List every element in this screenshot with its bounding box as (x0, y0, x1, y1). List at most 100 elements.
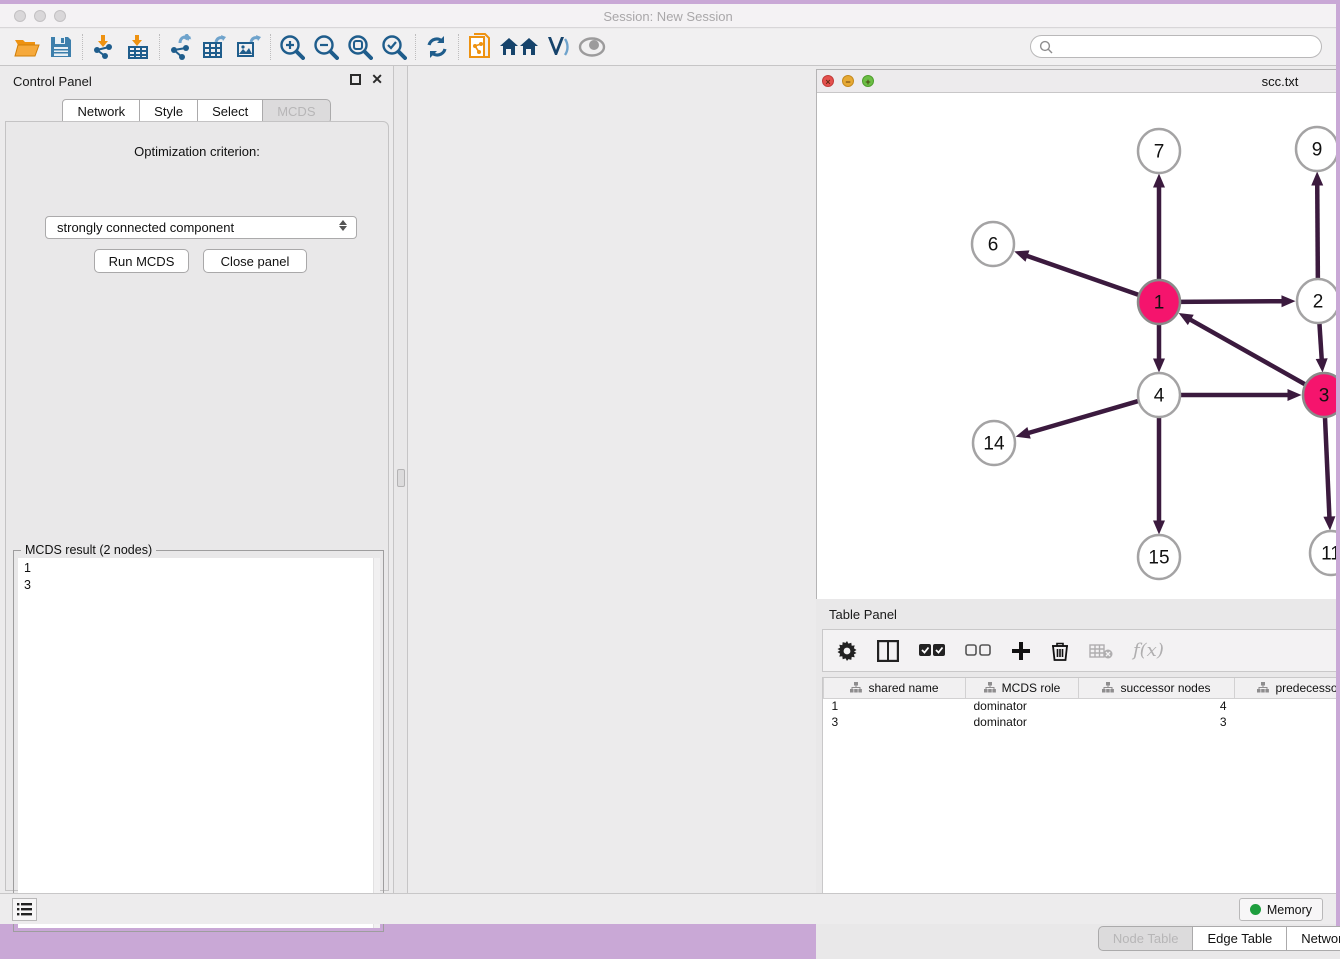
close-panel-button[interactable]: Close panel (203, 249, 307, 273)
window-titlebar: Session: New Session (0, 4, 1336, 28)
graph-edge-arrow (1281, 295, 1295, 307)
table-panel-header: Table Panel ✕ (816, 599, 1340, 625)
graph-edge-arrow (1316, 358, 1328, 372)
mcds-result-line: 3 (24, 577, 380, 594)
table-row[interactable]: 1 dominator 4 1 1 (824, 698, 1340, 714)
main-toolbar (0, 29, 1336, 66)
graph-edge-3-1[interactable] (1189, 319, 1324, 395)
task-history-button[interactable] (12, 898, 37, 921)
column-header-successor-nodes[interactable]: successor nodes (1079, 678, 1235, 698)
zoom-selected-icon[interactable] (377, 32, 411, 62)
memory-button[interactable]: Memory (1239, 898, 1323, 921)
column-layout-icon[interactable] (877, 640, 899, 662)
graph-node-label-2: 2 (1313, 292, 1324, 313)
control-panel-title: Control Panel (13, 74, 92, 89)
mcds-tab-content: Optimization criterion: strongly connect… (5, 121, 389, 891)
graph-node-label-1: 1 (1154, 293, 1165, 314)
table-toolbar: f(x) (822, 629, 1340, 672)
mcds-result-title: MCDS result (2 nodes) (21, 543, 156, 557)
table-row[interactable]: 3 dominator 3 2 3 (824, 714, 1340, 730)
graph-edge-arrow (1014, 250, 1029, 261)
zoom-out-icon[interactable] (309, 32, 343, 62)
table-panel-title: Table Panel (829, 607, 897, 622)
graph-node-label-4: 4 (1154, 386, 1165, 407)
toolbar-separator (415, 34, 416, 60)
network-window: × − + scc.txt 7968124314101511 (816, 69, 1340, 655)
application-window: Session: New Session (0, 4, 1336, 924)
result-scrollbar[interactable] (373, 558, 380, 928)
network-graph[interactable]: 7968124314101511 (817, 94, 1340, 654)
graph-edge-arrow (1288, 389, 1302, 401)
close-panel-icon[interactable]: ✕ (371, 74, 383, 85)
tab-network-table[interactable]: Network Table (1287, 926, 1340, 951)
network-window-titlebar: × − + scc.txt (817, 70, 1340, 93)
panel-divider[interactable] (394, 66, 408, 897)
hierarchy-icon (1257, 682, 1269, 693)
function-builder-icon[interactable]: f(x) (1133, 640, 1164, 661)
memory-status-icon (1250, 904, 1261, 915)
window-title: Session: New Session (0, 9, 1336, 24)
mcds-result-text[interactable]: 1 3 (18, 558, 380, 928)
run-mcds-button[interactable]: Run MCDS (94, 249, 189, 273)
export-table-icon[interactable] (198, 32, 232, 62)
float-panel-icon[interactable] (350, 74, 361, 85)
open-session-icon[interactable] (10, 32, 44, 62)
column-header-mcds-role[interactable]: MCDS role (966, 678, 1079, 698)
zoom-fit-icon[interactable] (343, 32, 377, 62)
criterion-value: strongly connected component (57, 220, 234, 235)
add-column-icon[interactable] (1011, 641, 1031, 661)
tab-node-table[interactable]: Node Table (1098, 926, 1194, 951)
home-icon[interactable] (497, 32, 541, 62)
control-panel: Control Panel ✕ Network Style Select MCD… (0, 66, 394, 897)
status-bar: Memory (0, 893, 1336, 924)
memory-label: Memory (1267, 903, 1312, 917)
network-canvas[interactable]: 7968124314101511 (817, 94, 1340, 654)
list-icon (17, 903, 32, 916)
graph-edge-arrow (1153, 359, 1165, 373)
table-header-row: shared name MCDS role successor nodes pr… (824, 678, 1340, 698)
export-image-icon[interactable] (232, 32, 266, 62)
settings-gear-icon[interactable] (837, 641, 857, 661)
refresh-icon[interactable] (420, 32, 454, 62)
hierarchy-icon (850, 682, 862, 693)
toolbar-separator (82, 34, 83, 60)
save-session-icon[interactable] (44, 32, 78, 62)
graph-edge-arrow (1153, 174, 1165, 188)
control-panel-header: Control Panel ✕ (0, 66, 393, 94)
search-input[interactable] (1030, 35, 1322, 58)
mcds-result-group: MCDS result (2 nodes) 1 3 (13, 550, 384, 932)
hierarchy-icon (1102, 682, 1114, 693)
show-hide-icon[interactable] (575, 32, 609, 62)
graph-node-label-7: 7 (1154, 142, 1165, 163)
column-header-predecessor-nodes[interactable]: predecessor nodes (1235, 678, 1340, 698)
column-header-shared-name[interactable]: shared name (824, 678, 966, 698)
graph-node-label-6: 6 (988, 235, 999, 256)
import-table-icon[interactable] (121, 32, 155, 62)
graph-edge-arrow (1311, 171, 1323, 185)
mcds-result-line: 1 (24, 560, 380, 577)
search-icon (1039, 40, 1053, 54)
network-area: × − + scc.txt 7968124314101511 Table Pan… (408, 66, 1336, 897)
table-tabs: Node Table Edge Table Network Table Moti… (816, 926, 1340, 951)
export-network-icon[interactable] (164, 32, 198, 62)
delete-column-icon[interactable] (1051, 641, 1069, 661)
import-network-icon[interactable] (87, 32, 121, 62)
delete-table-icon[interactable] (1089, 643, 1113, 659)
zoom-in-icon[interactable] (275, 32, 309, 62)
graph-edge-arrow (1323, 516, 1335, 530)
apply-style-icon[interactable] (541, 32, 575, 62)
graph-node-label-9: 9 (1312, 140, 1323, 161)
graph-node-label-14: 14 (983, 434, 1005, 455)
tab-edge-table[interactable]: Edge Table (1193, 926, 1287, 951)
divider-handle[interactable] (397, 469, 405, 487)
deselect-all-icon[interactable] (965, 644, 991, 657)
select-all-icon[interactable] (919, 644, 945, 657)
select-stepper-icon (339, 220, 347, 231)
criterion-select[interactable]: strongly connected component (45, 216, 357, 239)
desktop-edge (1336, 0, 1340, 926)
optimization-criterion-label: Optimization criterion: (6, 144, 388, 159)
graph-edge-arrow (1153, 521, 1165, 535)
graph-node-label-3: 3 (1319, 386, 1330, 407)
hierarchy-icon (984, 682, 996, 693)
duplicate-network-icon[interactable] (463, 32, 497, 62)
